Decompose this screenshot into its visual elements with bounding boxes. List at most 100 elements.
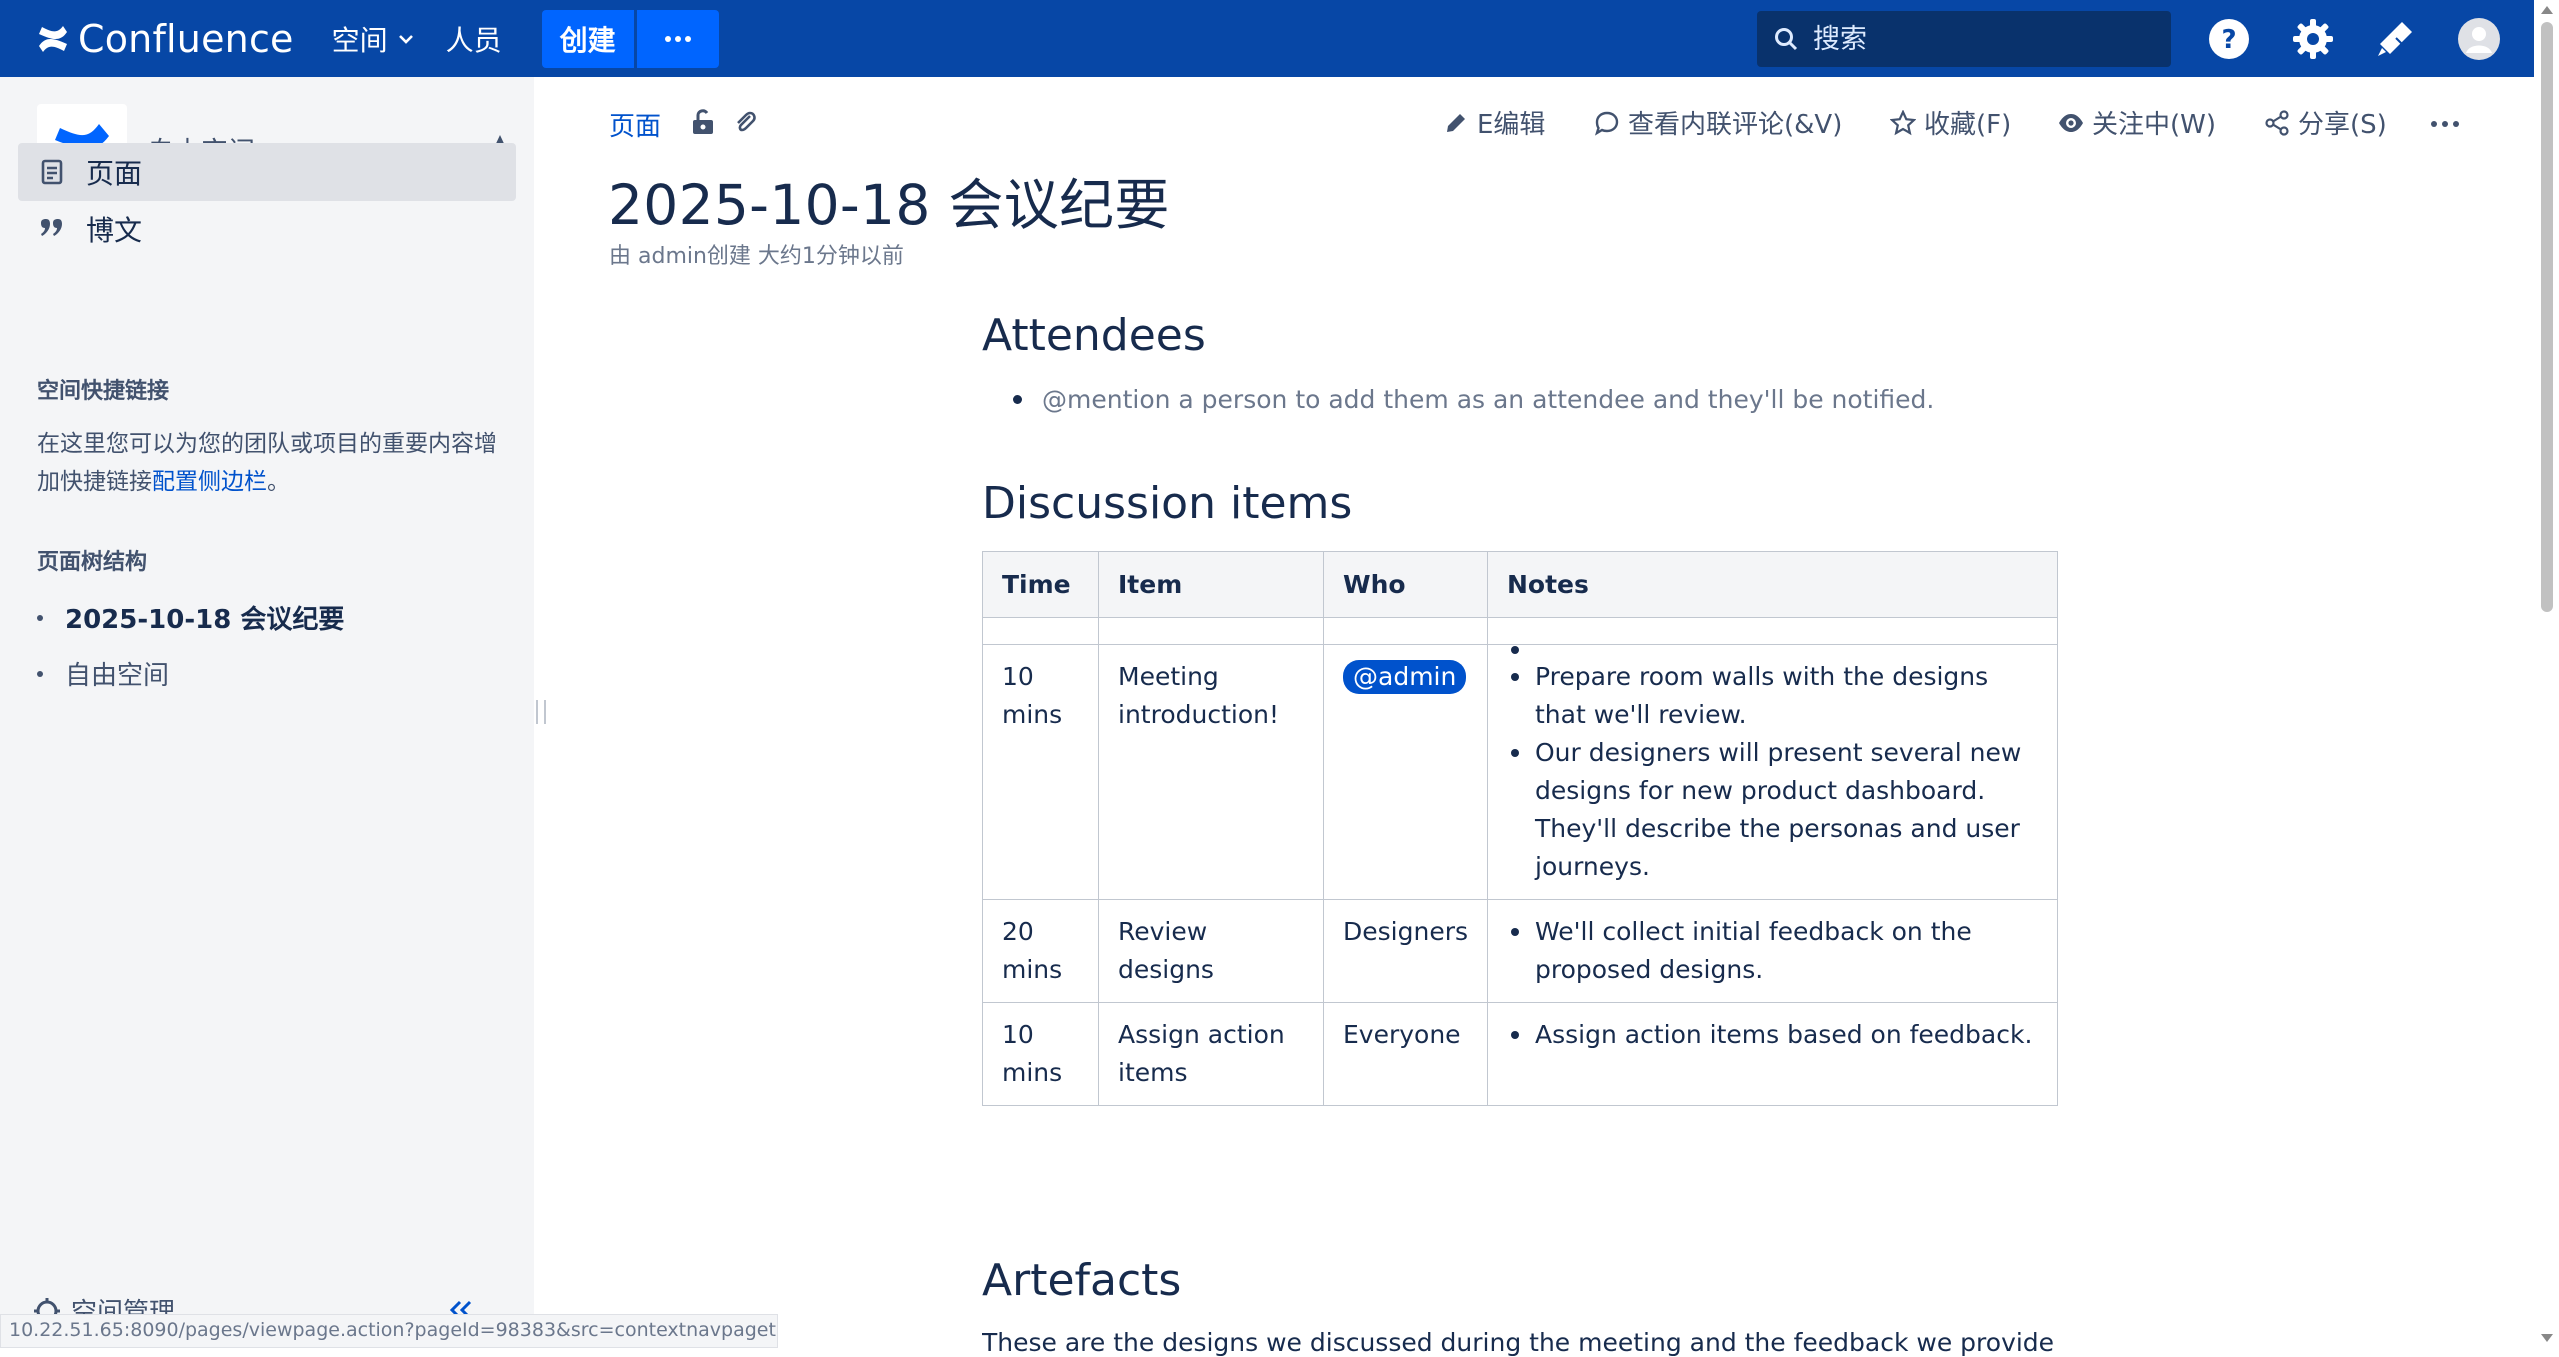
item-cell: Assign action items — [1098, 1002, 1324, 1106]
megaphone-icon — [2378, 22, 2412, 56]
column-header-time: Time — [982, 551, 1099, 618]
page-tree-heading: 页面树结构 — [37, 550, 148, 575]
logo-text: Confluence — [78, 16, 294, 61]
attendees-placeholder[interactable]: @mention a person to add them as an atte… — [1013, 385, 1935, 414]
table-row: 20 mins Review designs Designers We'll c… — [982, 899, 2058, 1003]
notifications-button[interactable] — [2374, 18, 2416, 60]
inline-comments-button[interactable]: 查看内联评论(&V) — [1594, 104, 1842, 141]
configure-sidebar-link[interactable]: 配置侧边栏 — [152, 469, 267, 495]
top-navigation-bar: Confluence 空间 人员 创建 ? — [0, 0, 2534, 77]
create-button[interactable]: 创建 — [541, 9, 634, 68]
create-more-button[interactable] — [636, 9, 719, 68]
shortcuts-description: 在这里您可以为您的团队或项目的重要内容增加快捷链接配置侧边栏。 — [37, 425, 507, 501]
watch-button[interactable]: 关注中(W) — [2058, 104, 2216, 141]
note-item: We'll collect initial feedback on the pr… — [1507, 913, 2038, 989]
attendees-heading: Attendees — [982, 310, 1206, 361]
more-dots-icon — [664, 35, 691, 42]
spaces-label: 空间 — [331, 23, 388, 57]
user-mention[interactable]: @admin — [1343, 660, 1467, 694]
page-byline: 由 admin创建 大约1分钟以前 — [609, 244, 904, 269]
note-item: Assign action items based on feedback. — [1507, 1016, 2038, 1054]
scroll-down-arrow[interactable] — [2541, 1334, 2553, 1342]
artefacts-paragraph: These are the designs we discussed durin… — [982, 1328, 2054, 1357]
favorite-label: 收藏(F) — [1924, 110, 2012, 140]
note-item: Our designers will present several new d… — [1507, 734, 2038, 886]
tree-item-space-home[interactable]: 自由空间 — [37, 655, 169, 692]
who-cell: Everyone — [1323, 1002, 1488, 1106]
discussion-heading: Discussion items — [982, 478, 1353, 529]
page-icon — [41, 159, 63, 185]
notes-cell: Prepare room walls with the designs that… — [1487, 644, 2058, 900]
people-link[interactable]: 人员 — [434, 0, 514, 77]
gear-icon — [2293, 19, 2333, 59]
notes-cell: Assign action items based on feedback. — [1487, 1002, 2058, 1106]
more-actions-icon[interactable] — [2430, 120, 2460, 128]
shortcuts-desc-end: 。 — [267, 469, 290, 495]
settings-button[interactable] — [2292, 18, 2334, 60]
time-cell — [982, 617, 1099, 645]
share-button[interactable]: 分享(S) — [2264, 104, 2387, 141]
shortcuts-heading: 空间快捷链接 — [37, 379, 170, 404]
favorite-button[interactable]: 收藏(F) — [1890, 104, 2011, 141]
breadcrumb-pages[interactable]: 页面 — [609, 106, 661, 143]
column-header-notes: Notes — [1487, 551, 2058, 618]
column-header-item: Item — [1098, 551, 1324, 618]
create-group: 创建 — [541, 9, 719, 68]
item-cell: Meeting introduction! — [1098, 644, 1324, 900]
sidebar-item-label: 博文 — [86, 214, 143, 247]
attachment-icon[interactable] — [732, 108, 758, 136]
space-sidebar: 自由空间 页面 博文 空间快捷链接 在这里您可以为您的团队或项目的重要内容增加快… — [0, 77, 534, 1348]
sidebar-item-pages[interactable]: 页面 — [18, 143, 516, 201]
who-cell: @admin — [1323, 644, 1488, 900]
help-button[interactable]: ? — [2208, 18, 2250, 60]
table-row: 10 mins Assign action items Everyone Ass… — [982, 1002, 2058, 1106]
tree-item-label: 自由空间 — [65, 661, 170, 691]
table-header-row: Time Item Who Notes — [982, 551, 2058, 618]
comment-icon — [1594, 111, 1619, 136]
attendees-placeholder-text: @mention a person to add them as an atte… — [1042, 385, 1935, 414]
status-bar-url: 10.22.51.65:8090/pages/viewpage.action?p… — [0, 1314, 778, 1348]
tree-item-current-page[interactable]: 2025-10-18 会议纪要 — [37, 599, 344, 636]
svg-text:?: ? — [2221, 25, 2236, 55]
sidebar-resize-handle[interactable] — [536, 700, 546, 724]
search-box[interactable] — [1757, 11, 2171, 67]
share-label: 分享(S) — [2298, 110, 2387, 140]
pencil-icon — [1447, 113, 1465, 132]
user-avatar-button[interactable] — [2458, 18, 2500, 60]
confluence-logo-icon — [39, 25, 67, 52]
sidebar-item-blog[interactable]: 博文 — [18, 200, 516, 258]
page-title: 2025-10-18 会议纪要 — [608, 173, 1170, 237]
item-cell — [1098, 617, 1324, 645]
time-cell: 10 mins — [982, 644, 1099, 900]
column-header-who: Who — [1323, 551, 1488, 618]
bullet — [37, 614, 43, 621]
chevron-down-icon — [398, 34, 413, 44]
eye-icon — [2059, 113, 2083, 132]
tree-item-label: 2025-10-18 会议纪要 — [65, 605, 345, 635]
who-cell — [1323, 617, 1488, 645]
watch-label: 关注中(W) — [2092, 110, 2216, 140]
search-input[interactable] — [1813, 23, 2153, 55]
time-cell: 20 mins — [982, 899, 1099, 1003]
notes-cell — [1487, 617, 2058, 654]
sidebar-item-label: 页面 — [86, 157, 143, 190]
scroll-up-arrow[interactable] — [2541, 6, 2553, 14]
artefacts-heading: Artefacts — [982, 1255, 1182, 1306]
bullet — [1013, 395, 1022, 404]
notes-cell: We'll collect initial feedback on the pr… — [1487, 899, 2058, 1003]
table-row — [982, 617, 2058, 654]
people-label: 人员 — [445, 23, 502, 57]
star-outline-icon — [1890, 109, 1916, 135]
spaces-menu[interactable]: 空间 — [320, 0, 426, 77]
edit-button[interactable]: E编辑 — [1443, 104, 1545, 141]
quote-icon — [41, 219, 62, 236]
scrollbar-thumb[interactable] — [2541, 22, 2553, 612]
unlock-icon[interactable] — [690, 108, 716, 136]
who-cell: Designers — [1323, 899, 1488, 1003]
time-cell: 10 mins — [982, 1002, 1099, 1106]
search-icon — [1775, 28, 1798, 51]
item-cell: Review designs — [1098, 899, 1324, 1003]
confluence-logo[interactable]: Confluence — [36, 0, 294, 77]
share-icon — [2265, 109, 2289, 136]
edit-label: E编辑 — [1477, 110, 1546, 140]
